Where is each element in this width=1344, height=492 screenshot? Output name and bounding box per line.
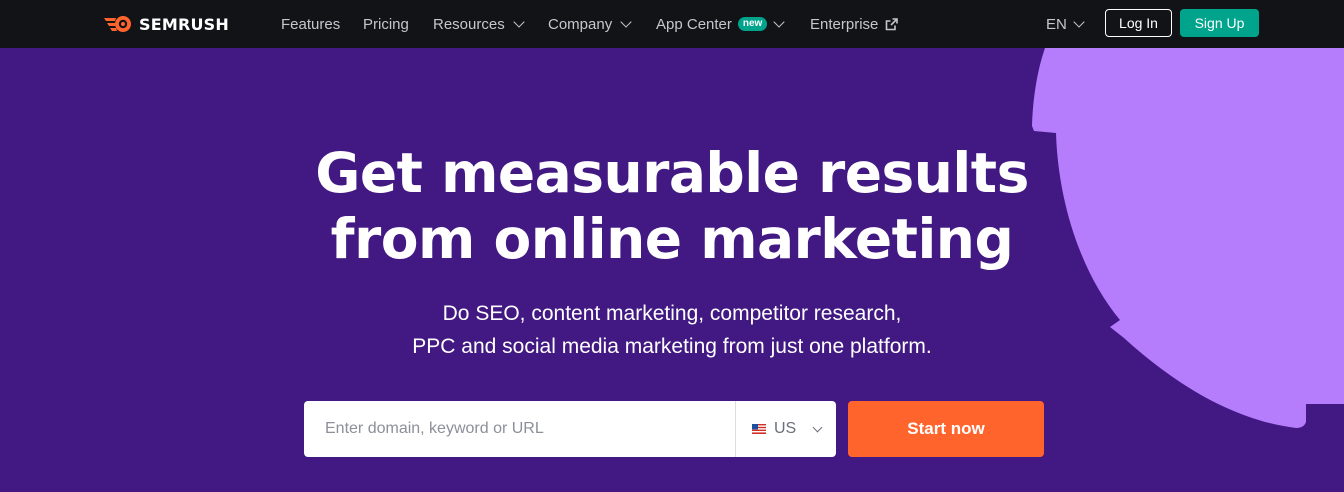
nav-item-label: Company	[548, 15, 613, 33]
hero-subtitle-line-2: PPC and social media marketing from just…	[412, 335, 932, 358]
nav-item-label: App Center	[656, 15, 732, 33]
language-label: EN	[1046, 15, 1067, 33]
nav-item-pricing[interactable]: Pricing	[363, 0, 409, 48]
hero-title: Get measurable results from online marke…	[0, 140, 1344, 272]
hero-title-line-1: Get measurable results	[315, 141, 1029, 205]
nav-item-label: Enterprise	[810, 15, 879, 33]
start-now-button[interactable]: Start now	[848, 401, 1044, 457]
us-flag-icon	[752, 424, 766, 434]
hero-subtitle: Do SEO, content marketing, competitor re…	[0, 297, 1344, 363]
signup-button[interactable]: Sign Up	[1180, 9, 1259, 37]
semrush-logo[interactable]: SEMRUSH	[104, 13, 229, 35]
nav-item-app-center[interactable]: App Center new	[656, 0, 786, 48]
nav-item-company[interactable]: Company	[548, 0, 632, 48]
country-selector[interactable]: US	[736, 401, 836, 457]
chevron-down-icon	[513, 16, 525, 28]
search-box: US	[304, 401, 836, 457]
chevron-down-icon	[773, 16, 786, 28]
nav-item-label: Features	[281, 15, 341, 33]
nav-item-enterprise[interactable]: Enterprise	[810, 0, 899, 48]
nav-item-features[interactable]: Features	[281, 0, 340, 48]
login-button[interactable]: Log In	[1105, 9, 1172, 37]
country-code: US	[774, 420, 797, 437]
nav-item-label: Pricing	[363, 15, 409, 33]
chevron-down-icon	[812, 422, 823, 432]
semrush-flame-icon	[104, 16, 131, 32]
hero-subtitle-line-1: Do SEO, content marketing, competitor re…	[442, 302, 902, 325]
language-selector[interactable]: EN	[1046, 0, 1085, 48]
chevron-down-icon	[620, 16, 632, 28]
chevron-down-icon	[1073, 16, 1085, 28]
top-navbar: SEMRUSH Features Pricing Resources Compa…	[0, 0, 1344, 48]
new-badge: new	[737, 17, 768, 31]
nav-item-label: Resources	[433, 15, 505, 33]
semrush-homepage: SEMRUSH Features Pricing Resources Compa…	[0, 0, 1344, 492]
brand-name: SEMRUSH	[139, 14, 230, 34]
external-link-icon	[885, 17, 899, 31]
nav-item-resources[interactable]: Resources	[433, 0, 525, 48]
domain-search-input[interactable]	[304, 401, 735, 457]
hero-title-line-2: from online marketing	[330, 207, 1014, 271]
